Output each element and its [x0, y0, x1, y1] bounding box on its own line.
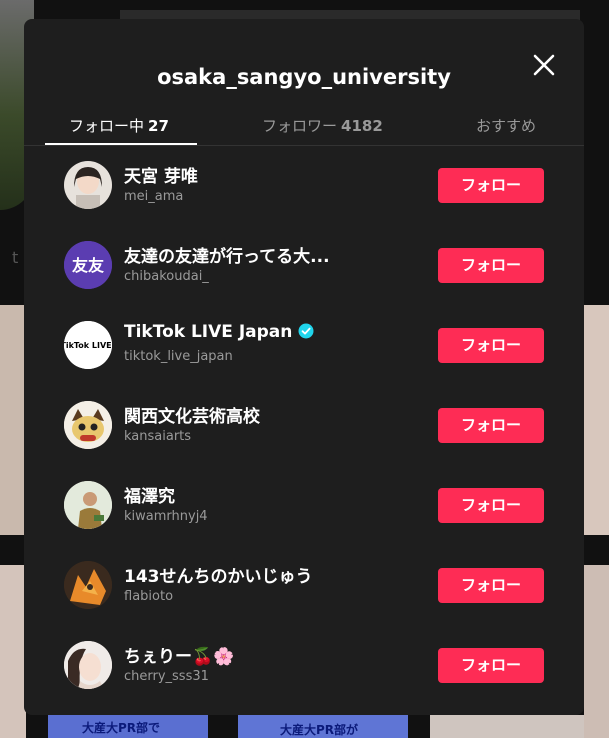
avatar-logo-text: TikTok LIVE: [64, 341, 112, 350]
tab-following[interactable]: フォロー中 27: [69, 115, 169, 136]
list-item[interactable]: 143せんちのかいじゅう flabioto フォロー: [24, 559, 584, 639]
account-name-text: TikTok LIVE Japan: [124, 322, 293, 342]
account-name[interactable]: 福澤究: [124, 482, 175, 507]
video-thumbnail[interactable]: [0, 565, 26, 738]
background-side-text: t: [12, 248, 19, 267]
avatar[interactable]: [64, 481, 112, 529]
account-name[interactable]: ちぇりー🍒🌸: [124, 642, 234, 667]
active-tab-indicator: [45, 143, 197, 145]
follow-button[interactable]: フォロー: [438, 248, 544, 283]
account-handle: mei_ama: [124, 189, 184, 204]
list-item[interactable]: TikTok LIVE TikTok LIVE Japan tiktok_liv…: [24, 319, 584, 399]
avatar-logo-text: 友友: [72, 256, 105, 275]
avatar[interactable]: [64, 401, 112, 449]
follow-button[interactable]: フォロー: [438, 168, 544, 203]
close-icon: [533, 54, 555, 76]
modal-title: osaka_sangyo_university: [157, 65, 451, 89]
tab-label: おすすめ: [476, 117, 537, 135]
list-item[interactable]: ちぇりー🍒🌸 cherry_sss31 フォロー: [24, 639, 584, 715]
account-handle: kiwamrhnyj4: [124, 509, 208, 524]
follow-button[interactable]: フォロー: [438, 648, 544, 683]
tab-recommended[interactable]: おすすめ: [476, 115, 536, 136]
follow-button[interactable]: フォロー: [438, 568, 544, 603]
account-name[interactable]: 天宮 芽唯: [124, 162, 198, 187]
avatar[interactable]: 友友: [64, 241, 112, 289]
list-item[interactable]: 天宮 芽唯 mei_ama フォロー: [24, 159, 584, 239]
tab-label: フォロー中: [69, 117, 145, 135]
following-modal: osaka_sangyo_university フォロー中 27 フォロワー 418…: [24, 19, 584, 715]
account-handle: cherry_sss31: [124, 669, 209, 684]
tab-label: フォロワー: [262, 117, 338, 135]
video-thumbnail[interactable]: [584, 305, 609, 535]
list-item[interactable]: 友友 友達の友達が行ってる大... chibakoudai_ フォロー: [24, 239, 584, 319]
account-name[interactable]: TikTok LIVE Japan: [124, 322, 314, 342]
video-thumbnail[interactable]: [430, 715, 584, 738]
list-item[interactable]: 福澤究 kiwamrhnyj4 フォロー: [24, 479, 584, 559]
video-thumbnail[interactable]: [584, 565, 609, 738]
avatar[interactable]: TikTok LIVE: [64, 321, 112, 369]
close-button[interactable]: [529, 50, 559, 80]
follow-button[interactable]: フォロー: [438, 328, 544, 363]
verified-badge-icon: [298, 323, 314, 339]
account-name[interactable]: 関西文化芸術高校: [124, 402, 260, 427]
avatar[interactable]: [64, 641, 112, 689]
follow-button[interactable]: フォロー: [438, 408, 544, 443]
list-item[interactable]: 関西文化芸術高校 kansaiarts フォロー: [24, 399, 584, 479]
avatar[interactable]: [64, 161, 112, 209]
account-name[interactable]: 143せんちのかいじゅう: [124, 562, 313, 587]
account-name[interactable]: 友達の友達が行ってる大...: [124, 242, 330, 267]
account-handle: chibakoudai_: [124, 269, 209, 284]
avatar[interactable]: [64, 561, 112, 609]
thumbnail-caption: 大産大PR部で: [82, 721, 161, 735]
thumbnail-caption: 大産大PR部が: [280, 723, 359, 737]
tab-followers[interactable]: フォロワー 4182: [262, 115, 383, 136]
account-handle: tiktok_live_japan: [124, 349, 233, 364]
account-handle: kansaiarts: [124, 429, 192, 444]
video-thumbnail[interactable]: [0, 305, 26, 535]
tab-count: 27: [148, 117, 169, 135]
tab-count: 4182: [341, 117, 383, 135]
follow-button[interactable]: フォロー: [438, 488, 544, 523]
account-handle: flabioto: [124, 589, 174, 604]
tab-bar: フォロー中 27 フォロワー 4182 おすすめ: [24, 105, 584, 146]
